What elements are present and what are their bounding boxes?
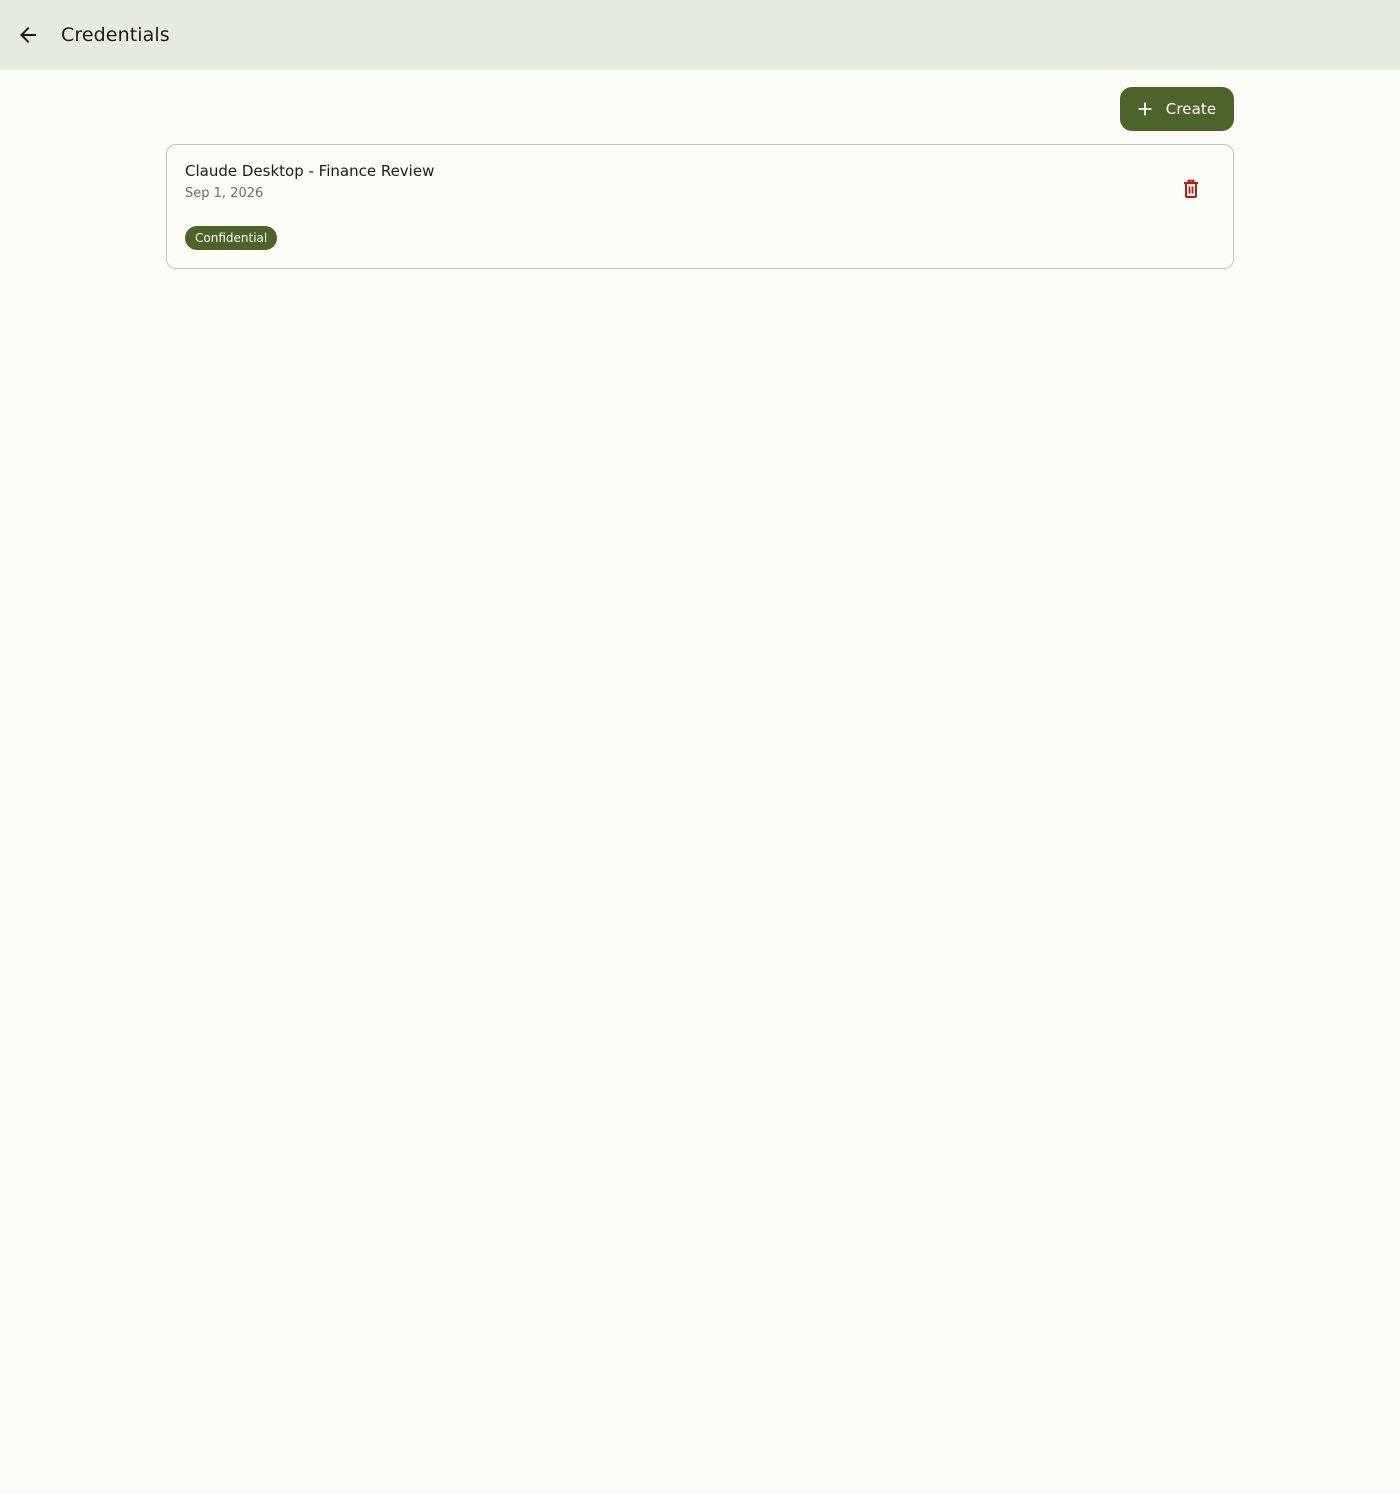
credential-tag-chip: Confidential	[185, 226, 278, 250]
create-button-label: Create	[1165, 100, 1217, 118]
delete-button[interactable]	[1171, 169, 1211, 209]
top-app-bar: Credentials	[0, 0, 1400, 70]
toolbar: Create	[166, 70, 1234, 144]
main-content: Create Claude Desktop - Finance Review S…	[166, 70, 1234, 269]
trash-icon	[1184, 179, 1198, 198]
plus-icon	[1138, 102, 1152, 116]
credential-name: Claude Desktop - Finance Review	[185, 162, 435, 180]
credential-card[interactable]: Claude Desktop - Finance Review Sep 1, 2…	[166, 144, 1234, 269]
back-button[interactable]	[8, 15, 48, 55]
credential-date: Sep 1, 2026	[185, 186, 264, 201]
create-button[interactable]: Create	[1120, 87, 1234, 131]
arrow-left-icon	[20, 27, 36, 43]
page-title: Credentials	[61, 24, 170, 46]
